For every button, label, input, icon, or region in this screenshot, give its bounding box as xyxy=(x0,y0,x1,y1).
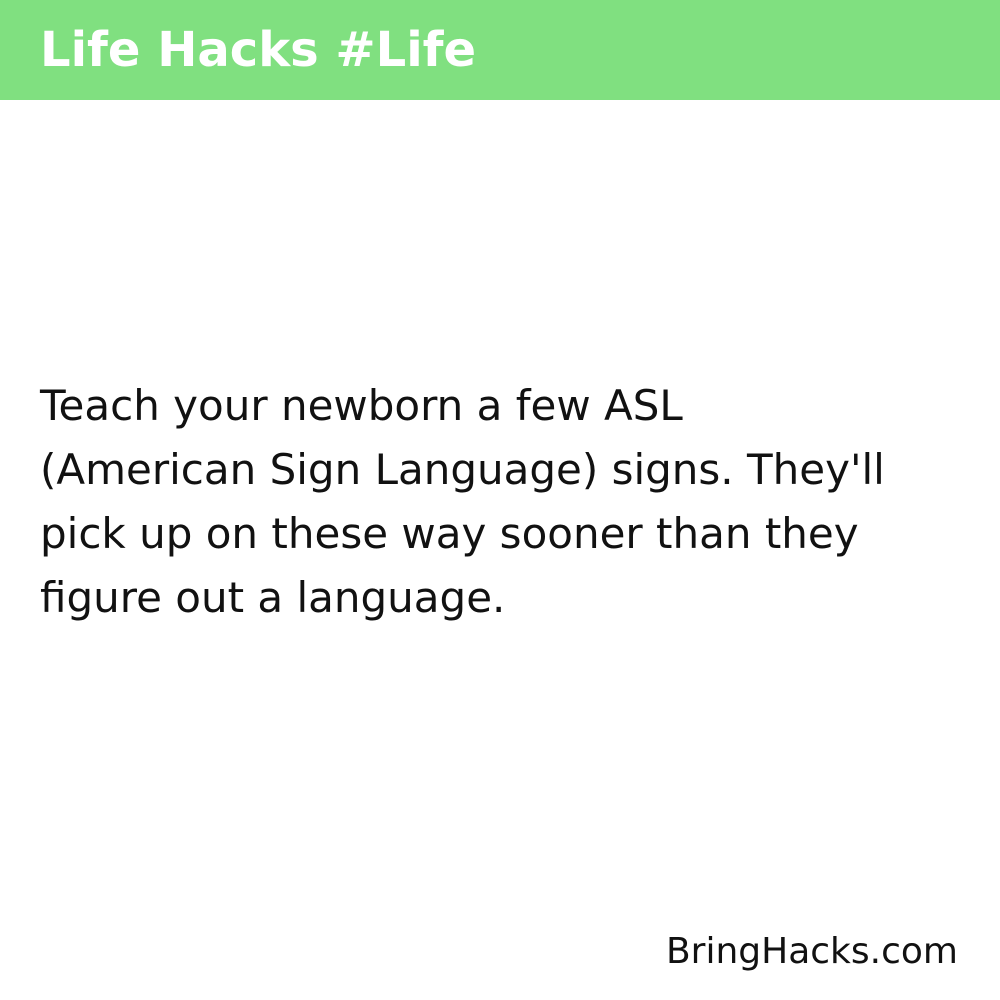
life-hack-card: Life Hacks #Life Teach your newborn a fe… xyxy=(0,0,1000,1000)
page-title: Life Hacks #Life xyxy=(40,22,477,78)
hack-text-line: Teach your newborn a few ASL xyxy=(40,381,683,430)
hack-text-line: pick up on these way sooner than they xyxy=(40,509,859,558)
hack-text-line: figure out a language. xyxy=(40,573,506,622)
site-brand: BringHacks.com xyxy=(665,931,958,972)
header-bar: Life Hacks #Life xyxy=(0,0,1000,100)
life-hack-text: Teach your newborn a few ASL (American S… xyxy=(40,374,940,630)
hack-text-line: (American Sign Language) signs. They'll xyxy=(40,445,885,494)
